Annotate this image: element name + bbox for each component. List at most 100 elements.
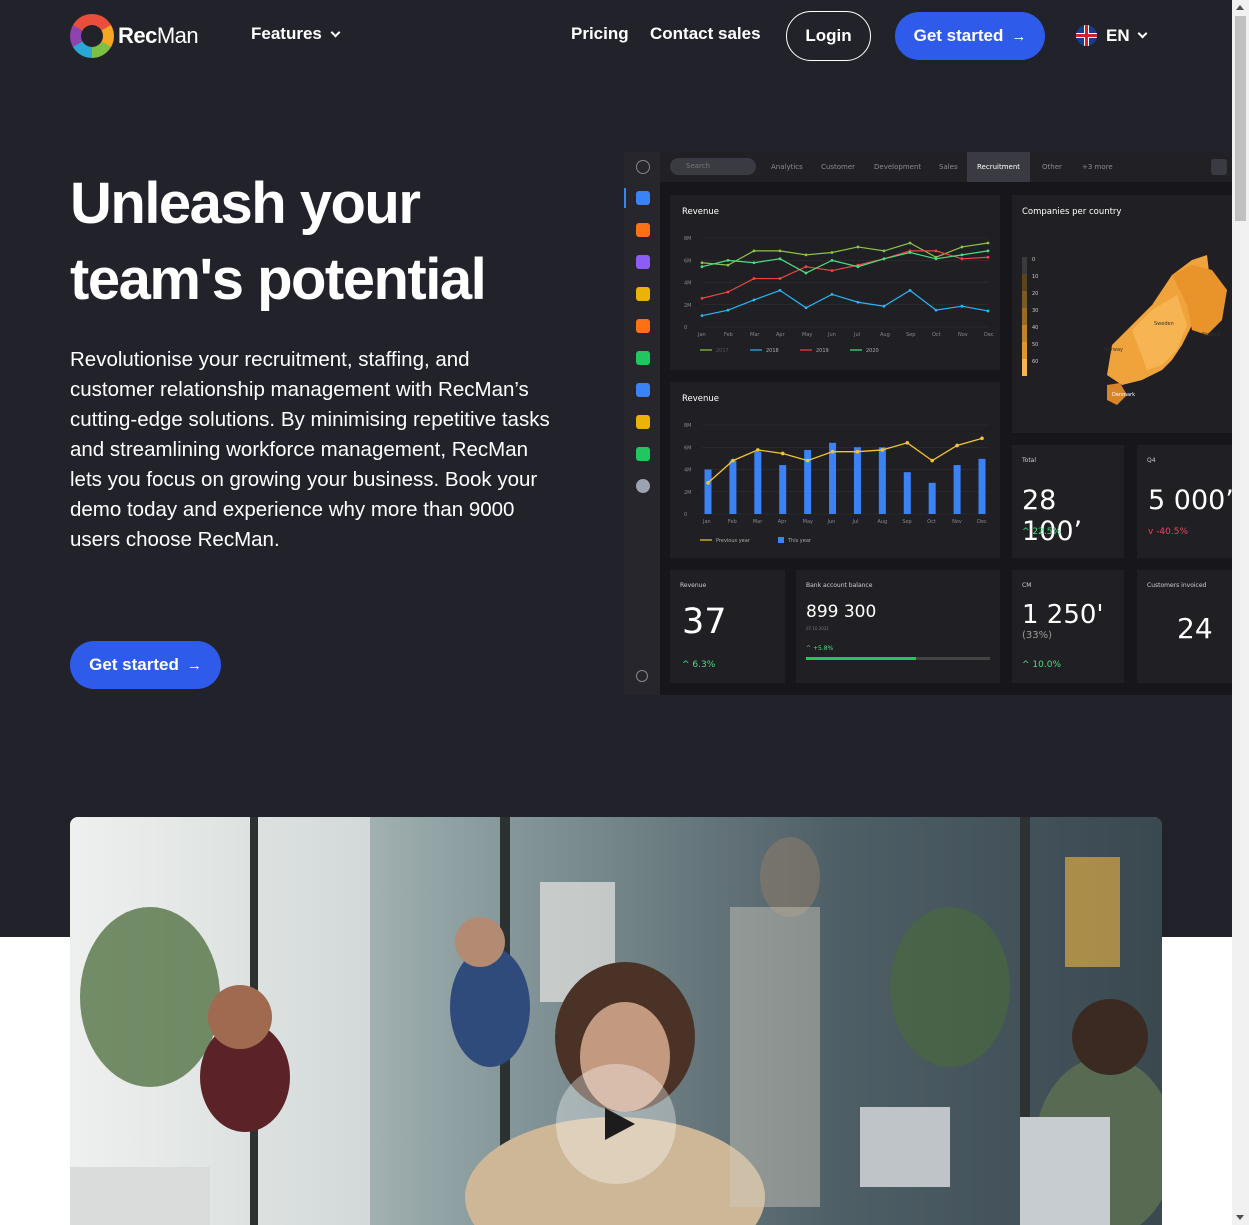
map-scale-label: 50 [1032,342,1039,348]
bar [754,451,762,514]
revenue-small-value: 37 [682,602,727,642]
map-label-finland: Finland [1202,332,1220,338]
series-point [830,251,834,254]
revenue-small-label: Revenue [680,582,707,589]
series-point [726,258,730,262]
series-point [856,265,860,269]
bar [978,458,986,514]
series-point [752,249,756,253]
nav-get-started-label: Get started [913,26,1004,45]
q4-value: 5 000’ [1148,485,1232,516]
analytics-icon [636,447,650,461]
q4-panel: Q4 5 000’ v -40.5% [1137,445,1232,558]
login-button[interactable]: Login [786,11,871,61]
dashboard-tab: +3 more [1082,163,1113,171]
building-icon [636,255,650,269]
scrollbar-thumb[interactable] [1235,16,1246,221]
series-point [908,289,912,292]
map-scale-swatch [1022,274,1027,291]
hero-title-line-2: team's potential [70,247,487,312]
series-point [726,263,730,267]
info-icon [636,670,648,682]
q4-label: Q4 [1147,457,1156,464]
x-tick-label: Dec [984,332,994,338]
series-point [986,309,990,313]
settings-icon [636,479,650,493]
previous-year-line [707,437,983,484]
x-tick-label: Mar [753,519,763,525]
series-point [934,308,938,312]
nav-get-started-button[interactable]: Get started → [895,12,1045,60]
y-tick-label: 6M [684,445,692,451]
play-button[interactable] [556,1064,676,1184]
total-label: Total [1022,457,1037,464]
series-point [908,241,912,245]
series-point [752,261,756,265]
map-scale-swatch [1022,325,1027,342]
y-tick-label: 4M [684,468,692,474]
language-label: EN [1106,25,1130,45]
series-point [804,271,808,275]
team-video[interactable] [70,817,1162,1225]
dashboard-tab: Analytics [771,163,803,171]
bar [903,472,911,514]
x-tick-label: Jan [702,519,711,525]
scroll-down-icon[interactable] [1236,1215,1244,1220]
dashboard-tabbar: Search Analytics Customer Development Sa… [660,152,1232,182]
dashboard-tab: Other [1042,163,1062,171]
add-icon [636,160,650,174]
nav-pricing-link[interactable]: Pricing [571,24,629,44]
bank-progress-track [806,657,990,660]
series-point [778,277,782,280]
hero-get-started-button[interactable]: Get started → [70,641,221,689]
legend-label: 2019 [816,348,829,354]
bar [878,447,886,514]
legend-label: 2017 [716,348,729,354]
series-point [804,253,808,257]
x-tick-label: Oct [927,519,936,525]
legend-label: 2018 [766,348,779,354]
series-point [960,245,964,249]
previous-year-point [930,458,934,463]
revenue-line-panel: Revenue 8M 6M 4M 2M 0 Jan Feb Mar Apr May Jun Jul Au… [670,195,1000,370]
map-scale-label: 40 [1032,325,1039,331]
series-point [700,314,704,318]
x-tick-label: Jul [853,332,860,338]
total-value: 28 100’ [1022,485,1083,547]
previous-year-point [731,458,735,463]
y-tick-label: 2M [684,303,692,309]
previous-year-point [880,448,885,452]
page-scrollbar[interactable] [1232,0,1249,1225]
scroll-up-icon[interactable] [1236,5,1244,10]
bar [928,482,936,514]
previous-year-point [830,449,835,454]
x-tick-label: Mar [750,332,760,338]
map-scale-label: 10 [1032,274,1039,280]
series-point [726,290,730,294]
x-tick-label: Apr [776,332,786,338]
series-point [882,249,886,253]
language-selector[interactable]: EN [1076,25,1148,46]
document-icon [636,351,650,365]
invoiced-value: 24 [1177,612,1213,645]
nav-contact-sales-link[interactable]: Contact sales [650,24,761,44]
map-label-norway: Norway [1104,347,1123,353]
chevron-down-icon [330,27,341,37]
x-tick-label: May [803,519,813,525]
y-tick-label: 6M [684,258,692,264]
bank-label: Bank account balance [806,582,873,589]
cm-label: CM [1022,582,1032,589]
recman-logo[interactable]: RecMan [70,14,199,58]
series-point [908,251,912,254]
bank-value: 899 300 [806,602,877,622]
nav-features-menu[interactable]: Features [251,24,341,44]
x-tick-label: Sep [906,332,915,338]
series-point [778,249,782,253]
series-point [700,265,704,269]
arrow-right-icon: → [1011,27,1027,45]
series-point [856,300,860,304]
candidate-search-icon [636,319,650,333]
total-panel: Total 28 100’ ^ 22.5% [1012,445,1124,558]
y-tick-label: 8M [684,423,692,429]
dashboard-tab: Development [874,163,922,171]
